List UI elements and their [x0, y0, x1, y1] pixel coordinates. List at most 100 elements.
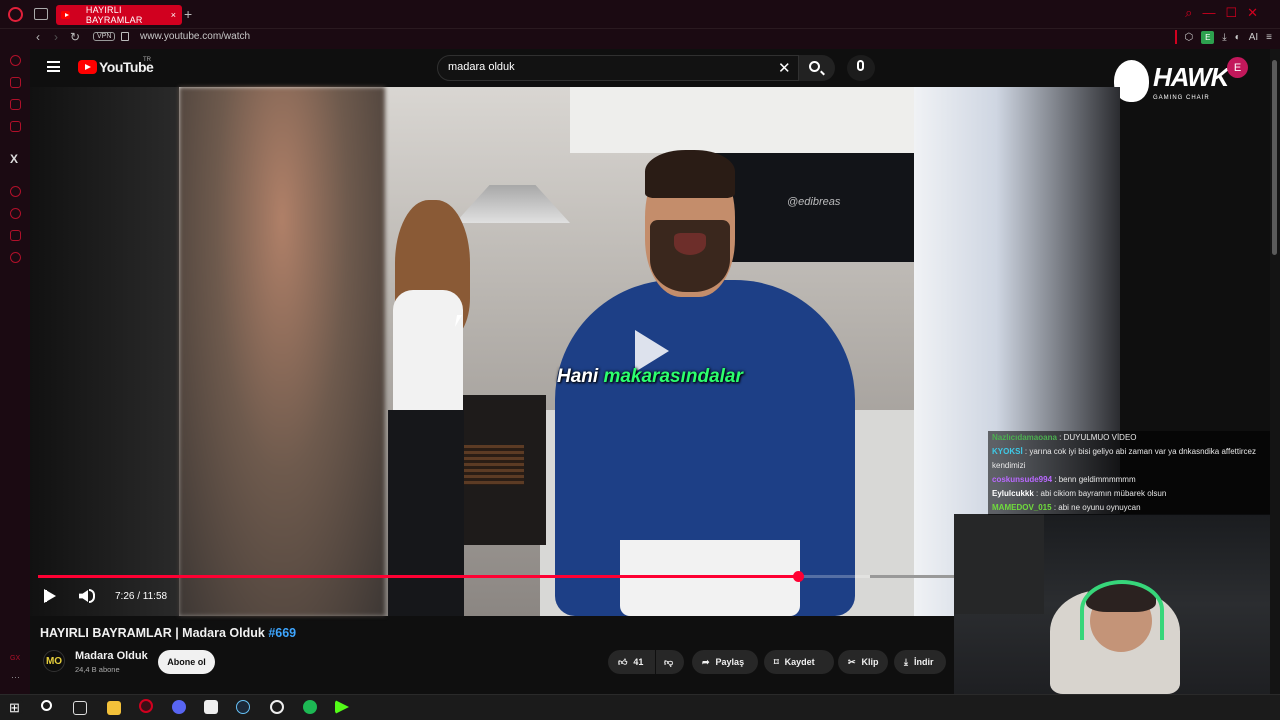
sidebar-player-icon[interactable]	[10, 121, 21, 132]
scene-person-beard	[650, 220, 730, 292]
extension-e-icon[interactable]: E	[1201, 30, 1215, 44]
task-view-icon[interactable]	[73, 701, 87, 715]
file-explorer-icon[interactable]	[107, 701, 121, 715]
save-button[interactable]: ⌑ Kaydet	[764, 650, 834, 674]
obs-icon[interactable]	[270, 700, 284, 714]
like-button[interactable]: 👍︎ 41	[608, 650, 655, 674]
profile-icon[interactable]: ◐	[1235, 32, 1241, 43]
sidebar-gx-icon[interactable]: GX	[10, 655, 20, 662]
scene-person-left-pants	[388, 410, 464, 616]
webcam-background	[954, 514, 1044, 614]
subscribe-button[interactable]: Abone ol	[158, 650, 215, 674]
download-button[interactable]: ⤓ İndir	[894, 650, 946, 674]
headset-icon	[1080, 580, 1164, 640]
download-icon: ⤓	[904, 656, 908, 667]
chat-text: : DUYULMUO VİDEO	[1059, 433, 1137, 442]
extensions-icon[interactable]: ⬡	[1185, 32, 1194, 43]
download-icon[interactable]: ⤓	[1222, 32, 1226, 43]
chat-username: coskunsude994	[992, 475, 1053, 484]
minimize-button[interactable]: —	[1202, 5, 1215, 21]
sidebar-settings-icon[interactable]	[10, 252, 21, 263]
reload-icon[interactable]: ↻	[70, 30, 80, 44]
scene-person-mouth	[674, 233, 706, 255]
extensions-bar: ⬡ E ⤓ ◐ AI ≡	[1174, 30, 1272, 44]
sidebar-history-icon[interactable]	[10, 208, 21, 219]
share-icon: ➦	[702, 656, 710, 667]
save-label: Kaydet	[784, 657, 815, 667]
sidebar-x-icon[interactable]: X	[10, 152, 18, 166]
channel-name[interactable]: Madara Olduk	[75, 650, 148, 662]
chat-text: : yarına cok iyi bisi geliyo abi zaman v…	[992, 447, 1256, 470]
windows-taskbar	[0, 694, 1280, 720]
search-tabs-icon[interactable]: ⌕	[1185, 5, 1192, 21]
chat-text: : benn geldimmmmmm	[1054, 475, 1136, 484]
region-label: TR	[143, 57, 151, 63]
stream-chat-overlay: Nazlıcıdamaoana : DUYULMUO VİDEO KYOKSİ …	[988, 431, 1270, 515]
maximize-button[interactable]: ☐	[1225, 5, 1237, 21]
scene-oven-window	[462, 445, 524, 485]
play-icon[interactable]	[44, 589, 56, 603]
start-button-icon[interactable]: ⊞	[9, 700, 23, 715]
scene-cabinets	[570, 87, 914, 153]
video-watermark: @edibreas	[787, 196, 841, 208]
discord-icon[interactable]	[172, 700, 186, 714]
dislike-button[interactable]: 👎︎	[656, 650, 684, 674]
sidebar-extensions-icon[interactable]	[10, 230, 21, 241]
scene-person-left-shirt	[393, 290, 463, 420]
sidebar-ai-icon[interactable]	[10, 55, 21, 66]
search-input[interactable]: madara olduk	[448, 61, 515, 73]
menu-icon[interactable]: ≡	[1266, 32, 1272, 43]
chat-username: MAMEDOV_015	[992, 503, 1052, 512]
tab-title: HAYIRLI BAYRAMLAR	[85, 5, 143, 25]
tab-close-icon[interactable]: ×	[171, 10, 176, 20]
opera-gx-taskbar-icon[interactable]	[139, 699, 153, 713]
download-label: İndir	[913, 657, 934, 667]
video-title: HAYIRLI BAYRAMLAR | Madara Olduk #669	[40, 626, 296, 640]
sidebar-messenger-icon[interactable]	[10, 99, 21, 110]
aria-ai-button[interactable]: AI	[1249, 32, 1258, 43]
url-field[interactable]: www.youtube.com/watch	[140, 31, 250, 42]
sidebar-speed-dial-icon[interactable]	[10, 186, 21, 197]
search-icon[interactable]	[809, 61, 820, 72]
channel-avatar[interactable]: MO	[43, 650, 65, 672]
youtube-logo-icon[interactable]	[78, 60, 97, 74]
tab-youtube[interactable]: HAYIRLI BAYRAMLAR ×	[56, 5, 182, 25]
share-button[interactable]: ➦ Paylaş	[692, 650, 758, 674]
back-icon[interactable]: ‹	[36, 30, 40, 44]
clear-search-icon[interactable]: ✕	[778, 59, 791, 77]
hamburger-menu-icon[interactable]	[47, 61, 60, 72]
chat-text: : abi ne oyunu oynuycan	[1053, 503, 1141, 512]
chat-message: Eylulcukkk : abi cikiom bayramın mübarek…	[988, 487, 1270, 501]
chat-message: KYOKSİ : yarına cok iyi bisi geliyo abi …	[988, 445, 1270, 473]
progress-played	[38, 575, 798, 578]
time-display: 7:26 / 11:58	[115, 591, 168, 602]
workspaces-icon[interactable]	[34, 8, 48, 20]
youtube-favicon-icon	[61, 11, 70, 19]
clip-label: Klip	[861, 657, 879, 667]
like-count: 41	[633, 657, 644, 667]
new-tab-button[interactable]: +	[184, 6, 192, 22]
blurred-region	[179, 87, 385, 616]
account-avatar[interactable]: E	[1227, 57, 1248, 78]
sidebar-twitch-icon[interactable]	[10, 77, 21, 88]
progress-scrubber[interactable]	[793, 571, 804, 582]
lock-icon[interactable]	[121, 32, 129, 41]
clip-button[interactable]: ✂ Klip	[838, 650, 888, 674]
subscriber-count: 24,4 B abone	[75, 665, 120, 674]
scene-person-hair	[645, 150, 735, 198]
video-hashtag-link[interactable]: #669	[268, 626, 296, 640]
sidebar-more-icon[interactable]: ···	[11, 672, 20, 682]
thumbs-down-icon: 👎︎	[664, 656, 674, 667]
scrollbar-thumb[interactable]	[1272, 60, 1277, 255]
close-window-button[interactable]: ✕	[1247, 5, 1258, 21]
opera-logo-icon[interactable]	[8, 7, 23, 22]
steam-icon[interactable]	[236, 700, 250, 714]
spotify-icon[interactable]	[303, 700, 317, 714]
forward-icon[interactable]: ›	[54, 30, 58, 44]
microphone-icon[interactable]	[857, 60, 864, 71]
thumbs-up-icon: 👍︎	[618, 656, 628, 667]
chat-message: Nazlıcıdamaoana : DUYULMUO VİDEO	[988, 431, 1270, 445]
capcut-icon[interactable]	[204, 700, 218, 714]
vpn-badge[interactable]: VPN	[93, 32, 116, 41]
taskbar-search-icon[interactable]	[41, 700, 52, 711]
